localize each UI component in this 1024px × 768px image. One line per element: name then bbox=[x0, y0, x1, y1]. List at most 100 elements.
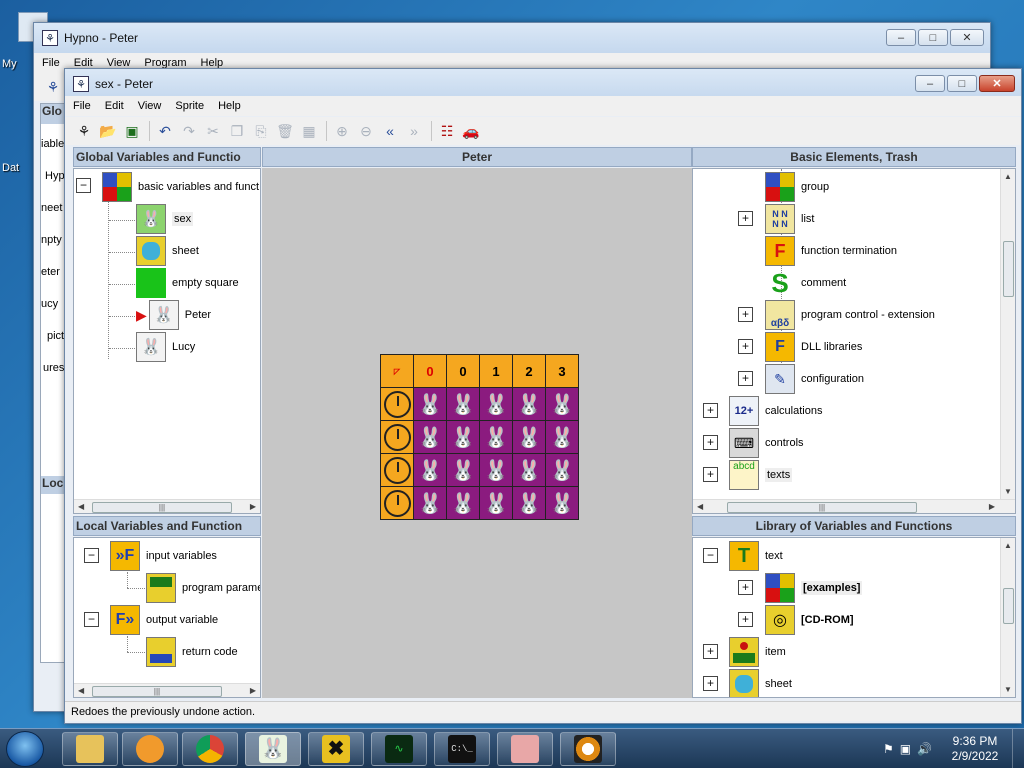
bunny-cell[interactable]: 🐰 bbox=[447, 388, 479, 420]
run-car-icon[interactable]: 🚗 bbox=[460, 120, 482, 142]
desktop-label-dat[interactable]: Dat bbox=[2, 162, 19, 174]
menu-file[interactable]: File bbox=[73, 100, 91, 112]
tree-item-function-termination[interactable]: F function termination bbox=[765, 235, 897, 267]
tree-item-configuration[interactable]: ✎ configuration bbox=[765, 363, 864, 395]
bunny-cell[interactable]: 🐰 bbox=[513, 421, 545, 453]
tree-item-sheet-lib[interactable]: sheet bbox=[729, 668, 792, 697]
expand-expander[interactable]: + bbox=[703, 467, 718, 482]
menu-help[interactable]: Help bbox=[218, 100, 241, 112]
taskbar-chrome[interactable] bbox=[182, 732, 238, 766]
taskbar-media-player[interactable] bbox=[122, 732, 178, 766]
maximize-button[interactable]: □ bbox=[918, 29, 948, 46]
start-button[interactable] bbox=[6, 731, 44, 767]
scroll-right-icon[interactable]: ▶ bbox=[250, 686, 256, 695]
delete-icon[interactable]: 🗑 bbox=[274, 120, 296, 142]
scroll-up-icon[interactable]: ▲ bbox=[1004, 541, 1012, 550]
expand-expander[interactable]: + bbox=[703, 435, 718, 450]
expand-expander[interactable]: + bbox=[738, 307, 753, 322]
scroll-down-icon[interactable]: ▼ bbox=[1004, 487, 1012, 496]
show-desktop-button[interactable] bbox=[1012, 729, 1024, 768]
tree-item-program-control[interactable]: αβδ program control - extension bbox=[765, 299, 935, 331]
minimize-button[interactable]: ‒ bbox=[886, 29, 916, 46]
bunny-cell[interactable]: 🐰 bbox=[480, 487, 512, 519]
new-icon[interactable]: ⚘ bbox=[73, 120, 95, 142]
bunny-cell[interactable]: 🐰 bbox=[414, 421, 446, 453]
tree-item-list[interactable]: N NN N list bbox=[765, 203, 814, 235]
bunny-cell[interactable]: 🐰 bbox=[513, 388, 545, 420]
tree-item-texts[interactable]: abcd texts bbox=[729, 459, 793, 491]
redo-icon[interactable]: ↷ bbox=[178, 120, 200, 142]
tree-item-output-variable[interactable]: F» output variable bbox=[110, 604, 218, 636]
expand-expander[interactable]: + bbox=[703, 644, 718, 659]
tree-item-dll-libraries[interactable]: F DLL libraries bbox=[765, 331, 862, 363]
tree-item-lucy[interactable]: 🐰 Lucy bbox=[136, 331, 195, 363]
menu-view[interactable]: View bbox=[138, 100, 162, 112]
scroll-left-icon[interactable]: ◀ bbox=[78, 686, 84, 695]
scroll-right-icon[interactable]: ▶ bbox=[250, 502, 256, 511]
tree-item-empty-square[interactable]: empty square bbox=[136, 267, 239, 299]
expand-expander[interactable]: + bbox=[703, 403, 718, 418]
tree-item-return-code[interactable]: return code bbox=[146, 636, 238, 668]
bunny-cell[interactable]: 🐰 bbox=[546, 388, 578, 420]
bunny-cell[interactable]: 🐰 bbox=[480, 421, 512, 453]
bunny-cell[interactable]: 🐰 bbox=[447, 454, 479, 486]
select-all-icon[interactable]: ▦ bbox=[298, 120, 320, 142]
taskbar-console[interactable]: C:\_ bbox=[434, 732, 490, 766]
desktop-label-my[interactable]: My bbox=[2, 58, 17, 70]
taskbar-clock[interactable]: 9:36 PM 2/9/2022 bbox=[938, 734, 1012, 764]
copy-icon[interactable]: ❐ bbox=[226, 120, 248, 142]
sprite-canvas-area[interactable]: ◸ 0 0 1 2 3 🐰 🐰 🐰 🐰 🐰 🐰 🐰 🐰 🐰 🐰 🐰 🐰 🐰 🐰 … bbox=[262, 168, 692, 698]
tree-item-cd-rom[interactable]: ◎ [CD-ROM] bbox=[765, 604, 854, 636]
scroll-thumb[interactable]: ||| bbox=[92, 502, 232, 513]
bunny-cell[interactable]: 🐰 bbox=[414, 454, 446, 486]
network-icon[interactable]: ▣ bbox=[900, 742, 911, 756]
bunny-cell[interactable]: 🐰 bbox=[414, 388, 446, 420]
tree-item-program-parameters[interactable]: program parame bbox=[146, 572, 260, 604]
volume-icon[interactable]: 🔊 bbox=[917, 742, 932, 756]
grid-settings-icon[interactable]: ☷ bbox=[436, 120, 458, 142]
main-window-titlebar[interactable]: ⚘ sex - Peter ‒ □ ✕ bbox=[65, 69, 1021, 99]
action-center-icon[interactable]: ⚑ bbox=[883, 742, 894, 756]
tree-item-basic[interactable]: basic variables and funct bbox=[102, 171, 259, 203]
tree-item-input-variables[interactable]: »F input variables bbox=[110, 540, 217, 572]
collapse-expander[interactable]: − bbox=[703, 548, 718, 563]
scroll-left-icon[interactable]: ◀ bbox=[697, 502, 703, 511]
bunny-cell[interactable]: 🐰 bbox=[480, 454, 512, 486]
global-hscroll[interactable]: ◀ ||| ▶ bbox=[74, 499, 260, 513]
forward-arrows-icon[interactable]: » bbox=[403, 120, 425, 142]
bunny-cell[interactable]: 🐰 bbox=[480, 388, 512, 420]
tree-item-peter[interactable]: ▶ 🐰 Peter bbox=[136, 299, 211, 331]
scroll-thumb[interactable]: ||| bbox=[727, 502, 917, 513]
tree-item-sex[interactable]: 🐰 sex bbox=[136, 203, 194, 235]
close-button[interactable]: ✕ bbox=[979, 75, 1015, 92]
scroll-up-icon[interactable]: ▲ bbox=[1004, 172, 1012, 181]
library-vscroll[interactable]: ▲ ▼ bbox=[1000, 538, 1015, 697]
expand-expander[interactable]: + bbox=[738, 339, 753, 354]
expand-expander[interactable]: + bbox=[738, 580, 753, 595]
cut-icon[interactable]: ✂ bbox=[202, 120, 224, 142]
minimize-button[interactable]: ‒ bbox=[915, 75, 945, 92]
basic-hscroll[interactable]: ◀ ||| ▶ bbox=[693, 499, 1015, 513]
main-window[interactable]: ⚘ sex - Peter ‒ □ ✕ File Edit View Sprit… bbox=[64, 68, 1022, 724]
zoom-in-icon[interactable]: ⊕ bbox=[331, 120, 353, 142]
scroll-right-icon[interactable]: ▶ bbox=[989, 502, 995, 511]
tree-item-text[interactable]: T text bbox=[729, 540, 783, 572]
bunny-cell[interactable]: 🐰 bbox=[546, 454, 578, 486]
scroll-thumb[interactable] bbox=[1003, 588, 1014, 624]
bunny-cell[interactable]: 🐰 bbox=[447, 487, 479, 519]
collapse-expander[interactable]: − bbox=[84, 548, 99, 563]
local-hscroll[interactable]: ◀ ||| ▶ bbox=[74, 683, 260, 697]
collapse-expander[interactable]: − bbox=[84, 612, 99, 627]
save-icon[interactable]: ▣ bbox=[121, 120, 143, 142]
back-window-titlebar[interactable]: ⚘ Hypno - Peter ‒ □ ✕ bbox=[34, 23, 990, 53]
bunny-cell[interactable]: 🐰 bbox=[513, 487, 545, 519]
menu-sprite[interactable]: Sprite bbox=[175, 100, 204, 112]
undo-icon[interactable]: ↶ bbox=[154, 120, 176, 142]
bunny-cell[interactable]: 🐰 bbox=[546, 487, 578, 519]
bunny-cell[interactable]: 🐰 bbox=[447, 421, 479, 453]
expand-expander[interactable]: + bbox=[738, 371, 753, 386]
scroll-down-icon[interactable]: ▼ bbox=[1004, 685, 1012, 694]
tree-item-examples[interactable]: [examples] bbox=[765, 572, 863, 604]
tree-item-calculations[interactable]: 12+ calculations bbox=[729, 395, 822, 427]
menu-edit[interactable]: Edit bbox=[105, 100, 124, 112]
